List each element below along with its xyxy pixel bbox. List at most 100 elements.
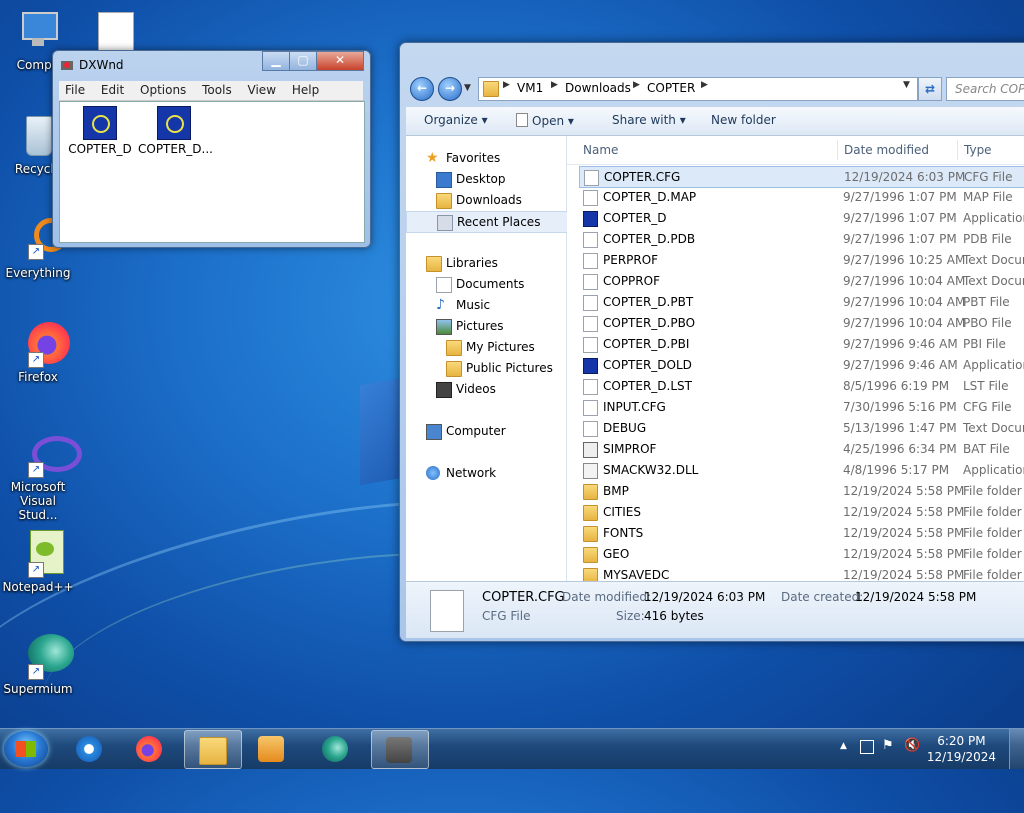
file-row[interactable]: COPTER_D.MAP 9/27/1996 1:07 PM MAP File: [579, 187, 1024, 207]
taskbar-media-player[interactable]: [244, 730, 300, 767]
open-button[interactable]: Open ▾: [516, 113, 574, 128]
action-center-flag-icon[interactable]: ⚑: [882, 738, 894, 753]
documents-icon: [436, 277, 452, 293]
file-row[interactable]: COPTER_DOLD 9/27/1996 9:46 AM Application: [579, 355, 1024, 375]
file-date: 12/19/2024 5:58 PM: [843, 547, 965, 561]
nav-public-pictures[interactable]: Public Pictures: [406, 358, 566, 378]
nav-recent-places[interactable]: Recent Places: [406, 211, 568, 233]
program-item[interactable]: COPTER_D: [64, 106, 136, 156]
file-row[interactable]: SIMPROF 4/25/1996 6:34 PM BAT File: [579, 439, 1024, 459]
taskbar-explorer[interactable]: [184, 730, 242, 769]
desktop-icon-supermium[interactable]: ↗ Supermium: [0, 632, 76, 696]
taskbar-firefox[interactable]: [122, 730, 178, 767]
file-date: 9/27/1996 9:46 AM: [843, 337, 958, 351]
column-name[interactable]: Name: [583, 143, 618, 157]
file-name: SMACKW32.DLL: [603, 463, 699, 477]
nav-music[interactable]: ♪ Music: [406, 295, 566, 315]
file-row[interactable]: DEBUG 5/13/1996 1:47 PM Text Docum: [579, 418, 1024, 438]
taskbar-supermium[interactable]: [308, 730, 364, 767]
file-date: 8/5/1996 6:19 PM: [843, 379, 950, 393]
address-bar[interactable]: ▶ VM1 ▶ Downloads ▶ COPTER ▶ ▼: [478, 77, 918, 101]
taskbar-internet-explorer[interactable]: [62, 730, 118, 767]
show-hidden-icons-chevron-icon[interactable]: ▲: [840, 741, 847, 751]
volume-muted-icon[interactable]: 🔇: [904, 738, 920, 753]
network-tray-icon[interactable]: [860, 740, 874, 754]
nav-computer[interactable]: Computer: [406, 421, 566, 441]
show-desktop-button[interactable]: [1009, 729, 1024, 769]
back-button[interactable]: ←: [410, 77, 434, 101]
nav-downloads[interactable]: Downloads: [406, 190, 566, 210]
desktop-icon-visual-studio[interactable]: ↗ Microsoft Visual Stud...: [0, 430, 82, 522]
file-row[interactable]: COPTER_D.LST 8/5/1996 6:19 PM LST File: [579, 376, 1024, 396]
nav-libraries[interactable]: Libraries: [406, 253, 566, 273]
forward-button[interactable]: →: [438, 77, 462, 101]
recent-pages-chevron-icon[interactable]: ▼: [464, 83, 471, 93]
document-icon[interactable]: [98, 12, 134, 54]
search-input[interactable]: Search COPT: [946, 77, 1024, 101]
file-row[interactable]: COPTER_D 9/27/1996 1:07 PM Application: [579, 208, 1024, 228]
menu-tools[interactable]: Tools: [196, 81, 238, 99]
menu-edit[interactable]: Edit: [95, 81, 130, 99]
menu-file[interactable]: File: [59, 81, 91, 99]
nav-network[interactable]: Network: [406, 463, 566, 483]
file-icon: [583, 295, 598, 311]
file-row[interactable]: COPTER_D.PBO 9/27/1996 10:04 AM PBO File: [579, 313, 1024, 333]
new-folder-button[interactable]: New folder: [711, 113, 776, 127]
column-date-modified[interactable]: Date modified: [844, 143, 929, 157]
file-row[interactable]: BMP 12/19/2024 5:58 PM File folder: [579, 481, 1024, 501]
file-type: PBI File: [963, 337, 1006, 351]
file-row[interactable]: MYSAVEDC 12/19/2024 5:58 PM File folder: [579, 565, 1024, 582]
file-date: 12/19/2024 5:58 PM: [843, 484, 965, 498]
file-row[interactable]: COPTER_D.PDB 9/27/1996 1:07 PM PDB File: [579, 229, 1024, 249]
back-arrow-icon: ←: [416, 81, 428, 95]
file-row[interactable]: INPUT.CFG 7/30/1996 5:16 PM CFG File: [579, 397, 1024, 417]
file-date: 12/19/2024 5:58 PM: [843, 505, 965, 519]
file-row[interactable]: COPPROF 9/27/1996 10:04 AMText Docum: [579, 271, 1024, 291]
desktop-icon-firefox[interactable]: ↗ Firefox: [0, 320, 76, 384]
menu-help[interactable]: Help: [286, 81, 325, 99]
nav-favorites[interactable]: ★ Favorites: [406, 148, 566, 168]
nav-my-pictures[interactable]: My Pictures: [406, 337, 566, 357]
column-type[interactable]: Type: [964, 143, 992, 157]
file-row[interactable]: CITIES 12/19/2024 5:58 PM File folder: [579, 502, 1024, 522]
nav-documents[interactable]: Documents: [406, 274, 566, 294]
folder-icon: [583, 568, 598, 582]
menu-view[interactable]: View: [242, 81, 282, 99]
clock[interactable]: 6:20 PM 12/19/2024: [927, 733, 996, 765]
file-icon: [430, 590, 464, 632]
file-name: COPTER_D.PBI: [603, 337, 690, 351]
minimize-button[interactable]: ▁: [262, 51, 290, 71]
share-with-button[interactable]: Share with ▾: [612, 113, 686, 127]
file-name: COPTER_D.PBO: [603, 316, 696, 330]
copter-icon: [157, 106, 191, 140]
nav-videos[interactable]: Videos: [406, 379, 566, 399]
details-created-label: Date created:: [781, 590, 864, 604]
refresh-button[interactable]: ⇄: [918, 77, 942, 101]
breadcrumb-vm1[interactable]: VM1: [517, 81, 543, 95]
file-row[interactable]: FONTS 12/19/2024 5:58 PM File folder: [579, 523, 1024, 543]
file-row[interactable]: COPTER.CFG 12/19/2024 6:03 PM CFG File: [579, 166, 1024, 188]
file-row[interactable]: COPTER_D.PBT 9/27/1996 10:04 AM PBT File: [579, 292, 1024, 312]
maximize-button[interactable]: ▢: [289, 51, 317, 71]
document-icon: [516, 113, 528, 127]
address-dropdown-icon[interactable]: ▼: [903, 80, 910, 90]
desktop-icon-notepad-plus-plus[interactable]: ↗ Notepad++: [0, 530, 76, 594]
breadcrumb-copter[interactable]: COPTER: [647, 81, 695, 95]
close-button[interactable]: ✕: [316, 51, 364, 71]
program-item[interactable]: COPTER_D...: [138, 106, 213, 156]
nav-desktop[interactable]: Desktop: [406, 169, 566, 189]
file-row[interactable]: SMACKW32.DLL 4/8/1996 5:17 PM Application: [579, 460, 1024, 480]
file-row[interactable]: GEO 12/19/2024 5:58 PM File folder: [579, 544, 1024, 564]
organize-button[interactable]: Organize ▾: [424, 113, 488, 127]
nav-pictures[interactable]: Pictures: [406, 316, 566, 336]
menu-options[interactable]: Options: [134, 81, 192, 99]
file-type: BAT File: [963, 442, 1010, 456]
dxwnd-icon: [386, 737, 412, 763]
taskbar-dxwnd[interactable]: [371, 730, 429, 769]
windows-logo-icon: [16, 741, 36, 757]
file-row[interactable]: PERPROF 9/27/1996 10:25 AMText Docum: [579, 250, 1024, 270]
start-button[interactable]: [4, 731, 48, 767]
file-row[interactable]: COPTER_D.PBI 9/27/1996 9:46 AM PBI File: [579, 334, 1024, 354]
breadcrumb-downloads[interactable]: Downloads: [565, 81, 631, 95]
program-label: COPTER_D...: [138, 142, 213, 156]
